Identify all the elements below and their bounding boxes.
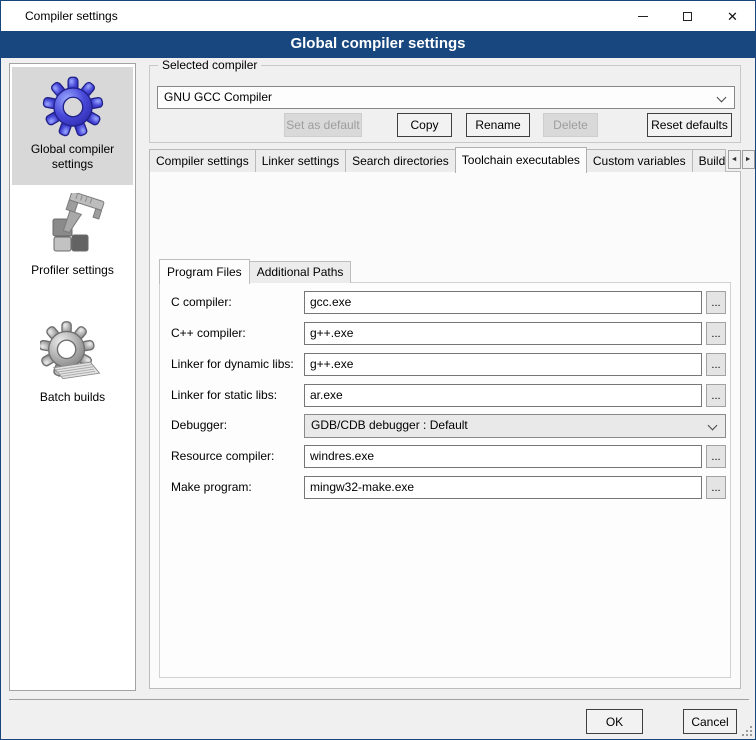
titlebar: Compiler settings ✕ [1,1,755,31]
c-compiler-label: C compiler: [171,295,232,309]
linker-dynamic-browse-button[interactable]: ... [706,353,726,376]
maximize-icon [683,12,692,21]
subtab-additional-paths[interactable]: Additional Paths [249,261,352,283]
close-button[interactable]: ✕ [710,1,755,31]
linker-dynamic-label: Linker for dynamic libs: [171,357,294,371]
reset-defaults-button[interactable]: Reset defaults [647,113,732,137]
selected-compiler-value: GNU GCC Compiler [164,90,272,104]
tab-custom-variables[interactable]: Custom variables [586,149,693,172]
debugger-label: Debugger: [171,418,227,432]
debugger-dropdown[interactable]: GDB/CDB debugger : Default [304,414,726,438]
tab-toolchain-executables[interactable]: Toolchain executables [455,147,587,173]
selected-compiler-group-label: Selected compiler [158,58,261,72]
compiler-tabbar: Compiler settings Linker settings Search… [149,146,755,172]
resource-compiler-input[interactable]: windres.exe [304,445,702,468]
tab-scroll-arrows: ◄ ► [727,150,755,169]
linker-dynamic-input[interactable]: g++.exe [304,353,702,376]
chevron-down-icon [708,421,718,431]
cpp-compiler-label: C++ compiler: [171,326,246,340]
cpp-compiler-browse-button[interactable]: ... [706,322,726,345]
make-program-input[interactable]: mingw32-make.exe [304,476,702,499]
delete-button: Delete [543,113,598,137]
window-title: Compiler settings [25,9,118,23]
rename-button[interactable]: Rename [466,113,530,137]
arrow-left-icon: ◄ [731,156,738,163]
footer-separator [9,699,749,700]
linker-static-input[interactable]: ar.exe [304,384,702,407]
resource-compiler-browse-button[interactable]: ... [706,445,726,468]
page-title: Global compiler settings [1,31,755,58]
tab-scroll-left-button[interactable]: ◄ [728,150,741,169]
subtab-program-files[interactable]: Program Files [159,259,250,284]
cancel-button[interactable]: Cancel [683,709,737,734]
make-program-label: Make program: [171,480,252,494]
tab-search-directories[interactable]: Search directories [345,149,456,172]
sidebar-item-label: Profiler settings [31,263,114,278]
program-files-tabbar: Program Files Additional Paths [159,257,350,283]
sidebar-item-global-compiler-settings[interactable]: Global compiler settings [12,67,133,185]
set-as-default-button: Set as default [284,113,362,137]
caliper-icon [41,193,105,259]
tab-scroll-right-button[interactable]: ► [742,150,755,169]
compiler-settings-dialog: Compiler settings ✕ Global compiler sett… [0,0,756,740]
debugger-value: GDB/CDB debugger : Default [311,418,468,432]
minimize-button[interactable] [620,1,665,31]
sidebar-item-batch-builds[interactable]: Batch builds [12,316,133,422]
linker-static-label: Linker for static libs: [171,388,277,402]
sidebar-item-label: Global compiler settings [12,142,133,172]
make-program-browse-button[interactable]: ... [706,476,726,499]
grey-gear-stack-icon [40,320,106,386]
selected-compiler-dropdown[interactable]: GNU GCC Compiler [157,86,735,109]
linker-static-browse-button[interactable]: ... [706,384,726,407]
minimize-icon [638,16,648,17]
tab-build-options-truncated[interactable]: Build [692,149,726,172]
settings-sidebar: Global compiler settings [9,63,136,691]
tab-linker-settings[interactable]: Linker settings [255,149,346,172]
resource-compiler-label: Resource compiler: [171,449,274,463]
close-icon: ✕ [727,10,738,23]
tab-compiler-settings[interactable]: Compiler settings [149,149,256,172]
blue-gear-icon [42,76,104,138]
ok-button[interactable]: OK [586,709,643,734]
c-compiler-input[interactable]: gcc.exe [304,291,702,314]
maximize-button[interactable] [665,1,710,31]
sidebar-item-profiler-settings[interactable]: Profiler settings [12,191,133,297]
window-controls: ✕ [620,1,755,31]
c-compiler-browse-button[interactable]: ... [706,291,726,314]
sidebar-item-label: Batch builds [40,390,105,405]
cpp-compiler-input[interactable]: g++.exe [304,322,702,345]
chevron-down-icon [717,93,727,103]
copy-button[interactable]: Copy [397,113,452,137]
arrow-right-icon: ► [745,156,752,163]
resize-grip[interactable] [740,724,752,736]
